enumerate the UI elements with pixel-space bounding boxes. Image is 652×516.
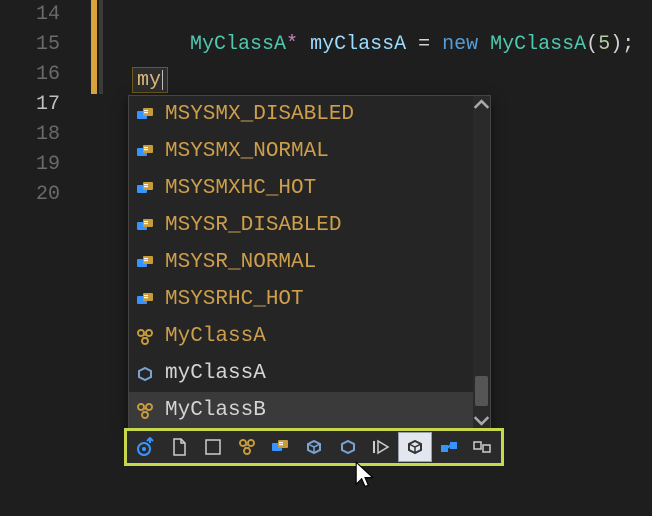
enum-icon	[135, 142, 155, 162]
line-number: 14	[0, 0, 60, 30]
autocomplete-item[interactable]: MSYSMXHC_HOT	[129, 170, 490, 207]
filter-variable-button[interactable]	[331, 432, 365, 462]
filter-file-button[interactable]	[163, 432, 197, 462]
autocomplete-popup[interactable]: MSYSMX_DISABLED MSYSMX_NORMAL MSYSMXHC_HOT…	[128, 95, 491, 430]
filter-interface-button[interactable]	[432, 432, 466, 462]
autocomplete-item[interactable]: MSYSR_DISABLED	[129, 207, 490, 244]
identifier-token: myClassA	[310, 33, 406, 56]
autocomplete-filter-toolbar[interactable]	[124, 428, 504, 466]
mouse-cursor	[354, 460, 376, 488]
autocomplete-item-label: MSYSR_DISABLED	[165, 214, 341, 237]
filter-struct-button[interactable]	[398, 432, 432, 462]
autocomplete-item-label: MyClassA	[165, 325, 266, 348]
enum-icon	[135, 290, 155, 310]
autocomplete-item-label: MSYSMX_NORMAL	[165, 140, 329, 163]
code-line-14	[118, 0, 652, 30]
semicolon: ;	[622, 33, 634, 56]
enum-icon	[135, 253, 155, 273]
scroll-thumb[interactable]	[475, 376, 488, 406]
line-number: 16	[0, 60, 60, 90]
scroll-down-button[interactable]	[473, 412, 490, 429]
scroll-up-button[interactable]	[473, 96, 490, 113]
autocomplete-item-label: myClassA	[165, 362, 266, 385]
filter-snippet-button[interactable]	[465, 432, 499, 462]
autocomplete-item-label: MyClassB	[165, 399, 266, 422]
filter-enum-button[interactable]	[264, 432, 298, 462]
code-line-16	[118, 60, 652, 90]
paren-close: )	[610, 33, 622, 56]
autocomplete-item[interactable]: MyClassA	[129, 318, 490, 355]
autocomplete-item[interactable]: MSYSR_NORMAL	[129, 244, 490, 281]
line-number: 17	[0, 90, 60, 120]
filter-field-button[interactable]	[297, 432, 331, 462]
typed-text-highlight: my	[132, 67, 168, 93]
autocomplete-item[interactable]: MSYSMX_DISABLED	[129, 96, 490, 133]
number-literal: 5	[598, 33, 610, 56]
enum-icon	[135, 216, 155, 236]
autocomplete-item-label: MSYSRHC_HOT	[165, 288, 304, 311]
line-number: 20	[0, 180, 60, 210]
autocomplete-item[interactable]: MSYSRHC_HOT	[129, 281, 490, 318]
variable-icon	[135, 364, 155, 384]
autocomplete-scrollbar[interactable]	[473, 96, 490, 429]
equals-token: =	[418, 33, 430, 56]
autocomplete-item[interactable]: myClassA	[129, 355, 490, 392]
autocomplete-item-label: MSYSMX_DISABLED	[165, 103, 354, 126]
enum-icon	[135, 179, 155, 199]
autocomplete-item-label: MSYSR_NORMAL	[165, 251, 316, 274]
autocomplete-item[interactable]: MyClassB	[129, 392, 490, 429]
line-number: 18	[0, 120, 60, 150]
class-icon	[135, 327, 155, 347]
line-number: 15	[0, 30, 60, 60]
paren-open: (	[586, 33, 598, 56]
fold-margin	[99, 0, 103, 94]
line-number-gutter: 14151617181920	[0, 0, 78, 516]
line-number: 19	[0, 150, 60, 180]
star-token: *	[286, 33, 298, 56]
filter-namespace-button[interactable]	[196, 432, 230, 462]
filter-target-up-button[interactable]	[129, 432, 163, 462]
type-token: MyClassA	[490, 33, 586, 56]
autocomplete-list[interactable]: MSYSMX_DISABLED MSYSMX_NORMAL MSYSMXHC_HOT…	[129, 96, 490, 429]
autocomplete-item-label: MSYSMXHC_HOT	[165, 177, 316, 200]
caret	[162, 70, 163, 90]
autocomplete-item[interactable]: MSYSMX_NORMAL	[129, 133, 490, 170]
typed-text: my	[137, 69, 161, 92]
new-keyword: new	[442, 33, 478, 56]
filter-class-button[interactable]	[230, 432, 264, 462]
filter-play-button[interactable]	[364, 432, 398, 462]
code-line-15: MyClassA* myClassA = new MyClassA(5);	[118, 30, 652, 60]
enum-icon	[135, 105, 155, 125]
change-indicator	[91, 0, 97, 94]
class-icon	[135, 401, 155, 421]
type-token: MyClassA	[190, 33, 286, 56]
